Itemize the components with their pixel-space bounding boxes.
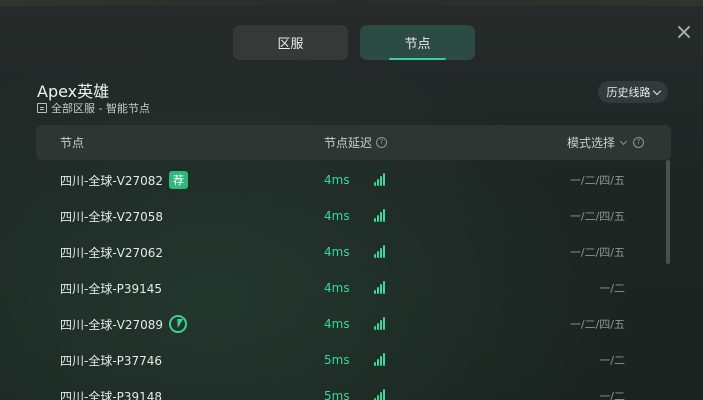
node-name: 四川-全球-V27082: [60, 173, 164, 188]
chevron-down-icon: [652, 86, 661, 95]
history-route-button[interactable]: 历史线路: [598, 81, 668, 103]
node-mode: 一/二/四/五: [569, 174, 625, 187]
signal-strength-icon: [374, 173, 386, 186]
node-mode: 一/二/四/五: [569, 318, 625, 331]
help-icon[interactable]: ?: [633, 137, 645, 148]
node-selection-panel: 区服 节点 Apex英雄 全部区服 - 智能节点 历史线路 节点 节点延迟 ? …: [0, 0, 703, 400]
tab-region[interactable]: 区服: [233, 25, 348, 60]
node-name-cell: 四川-全球-P39148: [60, 378, 162, 400]
column-header-latency-label: 节点延迟: [324, 136, 373, 150]
column-header-node-label: 节点: [60, 136, 85, 150]
node-list: 四川-全球-V27082 荐 4ms 一/二/四/五 四川-全球-V27058 …: [36, 162, 671, 400]
node-latency: 5ms: [324, 389, 350, 400]
node-latency: 4ms: [324, 209, 350, 223]
tab-node-label: 节点: [404, 37, 431, 52]
table-row[interactable]: 四川-全球-P39145 4ms 一/二: [36, 270, 671, 306]
top-shade: [0, 0, 703, 6]
node-name: 四川-全球-P37746: [60, 353, 163, 368]
server-list-icon: [37, 103, 47, 113]
node-mode: 一/二/四/五: [569, 246, 625, 259]
signal-strength-icon: [374, 353, 386, 366]
node-name-cell: 四川-全球-V27082 荐: [60, 162, 189, 198]
node-latency: 4ms: [324, 245, 350, 259]
node-name: 四川-全球-P39148: [60, 389, 163, 400]
tab-node[interactable]: 节点: [360, 25, 475, 60]
node-name: 四川-全球-P39145: [60, 281, 163, 296]
signal-strength-icon: [374, 245, 386, 258]
node-name-cell: 四川-全球-P37746: [60, 342, 162, 378]
table-row[interactable]: 四川-全球-V27082 荐 4ms 一/二/四/五: [36, 162, 671, 198]
column-header-latency: 节点延迟 ?: [324, 125, 388, 160]
history-route-label: 历史线路: [606, 86, 651, 99]
table-row[interactable]: 四川-全球-V27089 4ms 一/二/四/五: [36, 306, 671, 342]
column-header-node: 节点: [60, 125, 84, 160]
table-row[interactable]: 四川-全球-V27062 4ms 一/二/四/五: [36, 234, 671, 270]
node-name-cell: 四川-全球-V27058: [60, 198, 163, 234]
table-row[interactable]: 四川-全球-V27058 4ms 一/二/四/五: [36, 198, 671, 234]
region-node-summary-text: 全部区服 - 智能节点: [51, 102, 150, 115]
node-mode: 一/二/四/五: [569, 210, 625, 223]
node-mode: 一/二: [599, 282, 625, 295]
signal-strength-icon: [374, 281, 386, 294]
node-name: 四川-全球-V27089: [60, 317, 164, 332]
bolt-icon: [169, 315, 188, 333]
game-title: Apex英雄: [37, 82, 110, 101]
node-name: 四川-全球-V27062: [60, 245, 164, 260]
node-name-cell: 四川-全球-V27062: [60, 234, 163, 270]
column-header-mode-label: 模式选择: [567, 136, 616, 150]
table-row[interactable]: 四川-全球-P37746 5ms 一/二: [36, 342, 671, 378]
active-tab-indicator: [389, 58, 446, 60]
tab-region-label: 区服: [277, 37, 304, 52]
signal-strength-icon: [374, 389, 386, 400]
table-row[interactable]: 四川-全球-P39148 5ms 一/二: [36, 378, 671, 400]
column-header-mode[interactable]: 模式选择 ?: [567, 125, 645, 160]
table-header: 节点 节点延迟 ? 模式选择 ?: [36, 125, 671, 160]
signal-strength-icon: [374, 317, 386, 330]
help-icon[interactable]: ?: [376, 137, 388, 148]
recommended-badge: 荐: [169, 171, 189, 189]
chevron-down-icon: [619, 137, 628, 145]
region-node-summary: 全部区服 - 智能节点: [37, 100, 150, 116]
signal-strength-icon: [374, 209, 386, 222]
scrollbar[interactable]: [666, 160, 670, 264]
node-latency: 5ms: [324, 353, 350, 367]
node-latency: 4ms: [324, 317, 350, 331]
node-mode: 一/二: [599, 390, 625, 400]
close-icon[interactable]: [676, 24, 692, 40]
node-name-cell: 四川-全球-P39145: [60, 270, 162, 306]
node-latency: 4ms: [324, 173, 350, 187]
node-name-cell: 四川-全球-V27089: [60, 306, 188, 342]
node-latency: 4ms: [324, 281, 350, 295]
node-name: 四川-全球-V27058: [60, 209, 164, 224]
node-mode: 一/二: [599, 354, 625, 367]
